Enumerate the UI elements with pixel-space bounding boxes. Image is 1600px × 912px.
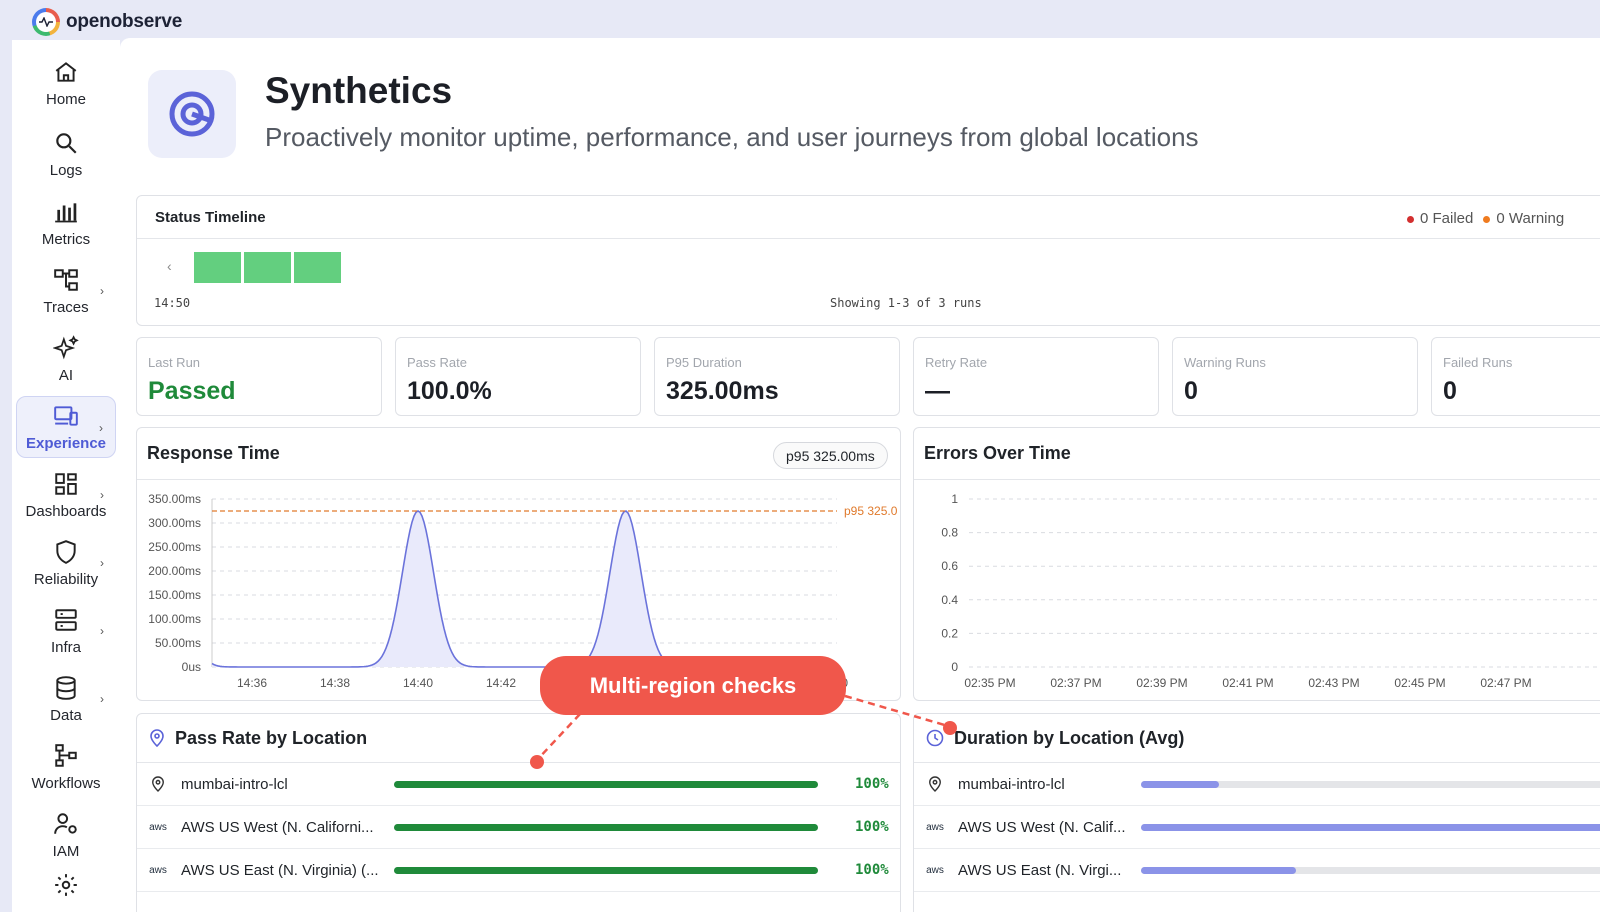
callout-multi-region: Multi-region checks: [540, 656, 846, 715]
callout-connectors: [530, 694, 957, 769]
